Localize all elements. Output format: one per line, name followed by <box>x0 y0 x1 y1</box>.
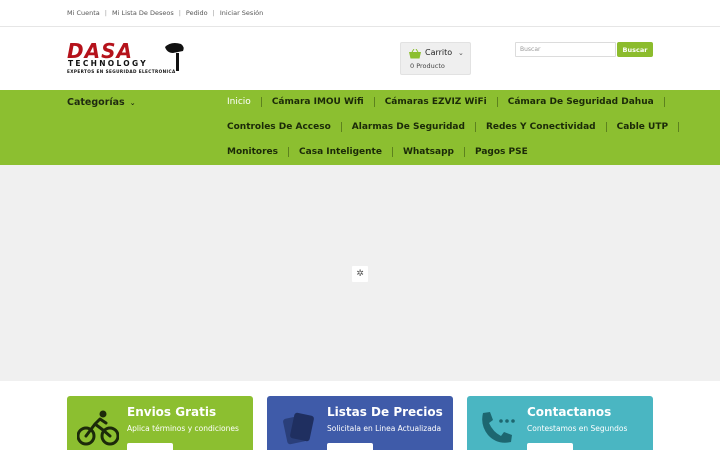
separator: | <box>178 9 181 17</box>
nav-item-networks[interactable]: Redes Y Conectividad <box>486 122 596 132</box>
separator <box>496 97 498 107</box>
nav-item-access-control[interactable]: Controles De Acceso <box>227 122 331 132</box>
separator <box>663 97 665 107</box>
nav-item-ezviz[interactable]: Cámaras EZVIZ WiFi <box>385 97 487 107</box>
nav-row: Monitores Casa Inteligente Whatsapp Pago… <box>227 147 528 157</box>
feature-button[interactable] <box>127 443 173 450</box>
feature-subtitle: Solicitala en Linea Actualizada <box>327 424 442 433</box>
cart-count: 0 Producto <box>410 62 445 70</box>
nav-item-inicio[interactable]: Inicio <box>227 97 251 107</box>
header: DASA TECHNOLOGY EXPERTOS EN SEGURIDAD EL… <box>0 27 720 90</box>
separator <box>464 147 465 157</box>
feature-title: Contactanos <box>527 405 612 419</box>
search-input[interactable] <box>515 42 616 57</box>
nav-item-imou[interactable]: Cámara IMOU Wifi <box>272 97 364 107</box>
feature-card-price-list[interactable]: Listas De Precios Solicitala en Linea Ac… <box>267 396 453 450</box>
feature-title: Envios Gratis <box>127 405 217 419</box>
separator <box>678 122 680 132</box>
separator: | <box>212 9 215 17</box>
banner-slider: ✲ <box>0 165 720 381</box>
cart-label: Carrito <box>425 48 453 57</box>
features-section: Envios Gratis Aplica términos y condicio… <box>0 381 720 450</box>
nav-item-dahua[interactable]: Cámara De Seguridad Dahua <box>508 97 654 107</box>
logo-technology: TECHNOLOGY <box>68 59 148 68</box>
my-account-link[interactable]: Mi Cuenta <box>67 9 100 17</box>
top-bar: Mi Cuenta | Mi Lista De Deseos | Pedido … <box>0 0 720 27</box>
chevron-down-icon: ⌄ <box>129 99 136 107</box>
nav-item-whatsapp[interactable]: Whatsapp <box>403 147 454 157</box>
feature-title: Listas De Precios <box>327 405 443 419</box>
feature-subtitle: Contestamos en Segundos <box>527 424 628 433</box>
price-list-icon <box>283 412 314 445</box>
feature-card-shipping[interactable]: Envios Gratis Aplica términos y condicio… <box>67 396 253 450</box>
main-nav: Categorías ⌄ Inicio Cámara IMOU Wifi Cáma… <box>0 90 720 165</box>
separator: | <box>104 9 107 17</box>
separator <box>605 122 607 132</box>
separator <box>474 122 476 132</box>
feature-button[interactable] <box>327 443 373 450</box>
nav-item-monitors[interactable]: Monitores <box>227 147 278 157</box>
basket-icon <box>409 49 421 59</box>
order-link[interactable]: Pedido <box>186 9 208 17</box>
nav-item-utp-cable[interactable]: Cable UTP <box>617 122 669 132</box>
nav-row: Controles De Acceso Alarmas De Seguridad… <box>227 122 689 132</box>
login-link[interactable]: Iniciar Sesión <box>220 9 263 17</box>
nav-item-smart-home[interactable]: Casa Inteligente <box>299 147 382 157</box>
security-camera-icon <box>165 43 184 71</box>
categories-label: Categorías <box>67 97 125 108</box>
separator <box>260 97 262 107</box>
cyclist-icon <box>77 410 119 446</box>
top-links: Mi Cuenta | Mi Lista De Deseos | Pedido … <box>67 9 263 17</box>
logo[interactable]: DASA TECHNOLOGY EXPERTOS EN SEGURIDAD EL… <box>67 39 185 77</box>
separator <box>340 122 342 132</box>
logo-tagline: EXPERTOS EN SEGURIDAD ELECTRONICA <box>67 69 176 74</box>
nav-item-pse[interactable]: Pagos PSE <box>475 147 528 157</box>
chevron-down-icon: ⌄ <box>458 49 464 57</box>
phone-icon <box>482 412 515 443</box>
separator <box>373 97 375 107</box>
feature-subtitle: Aplica términos y condiciones <box>127 424 239 433</box>
search-button[interactable]: Buscar <box>617 42 653 57</box>
feature-card-contact[interactable]: Contactanos Contestamos en Segundos <box>467 396 653 450</box>
feature-button[interactable] <box>527 443 573 450</box>
separator <box>288 147 290 157</box>
cart-button[interactable]: Carrito ⌄ 0 Producto <box>400 42 471 75</box>
loading-spinner-icon: ✲ <box>352 266 368 282</box>
nav-item-alarms[interactable]: Alarmas De Seguridad <box>352 122 465 132</box>
wishlist-link[interactable]: Mi Lista De Deseos <box>112 9 174 17</box>
categories-menu[interactable]: Categorías ⌄ <box>67 97 136 108</box>
nav-row: Inicio Cámara IMOU Wifi Cámaras EZVIZ Wi… <box>227 97 675 107</box>
separator <box>391 147 393 157</box>
